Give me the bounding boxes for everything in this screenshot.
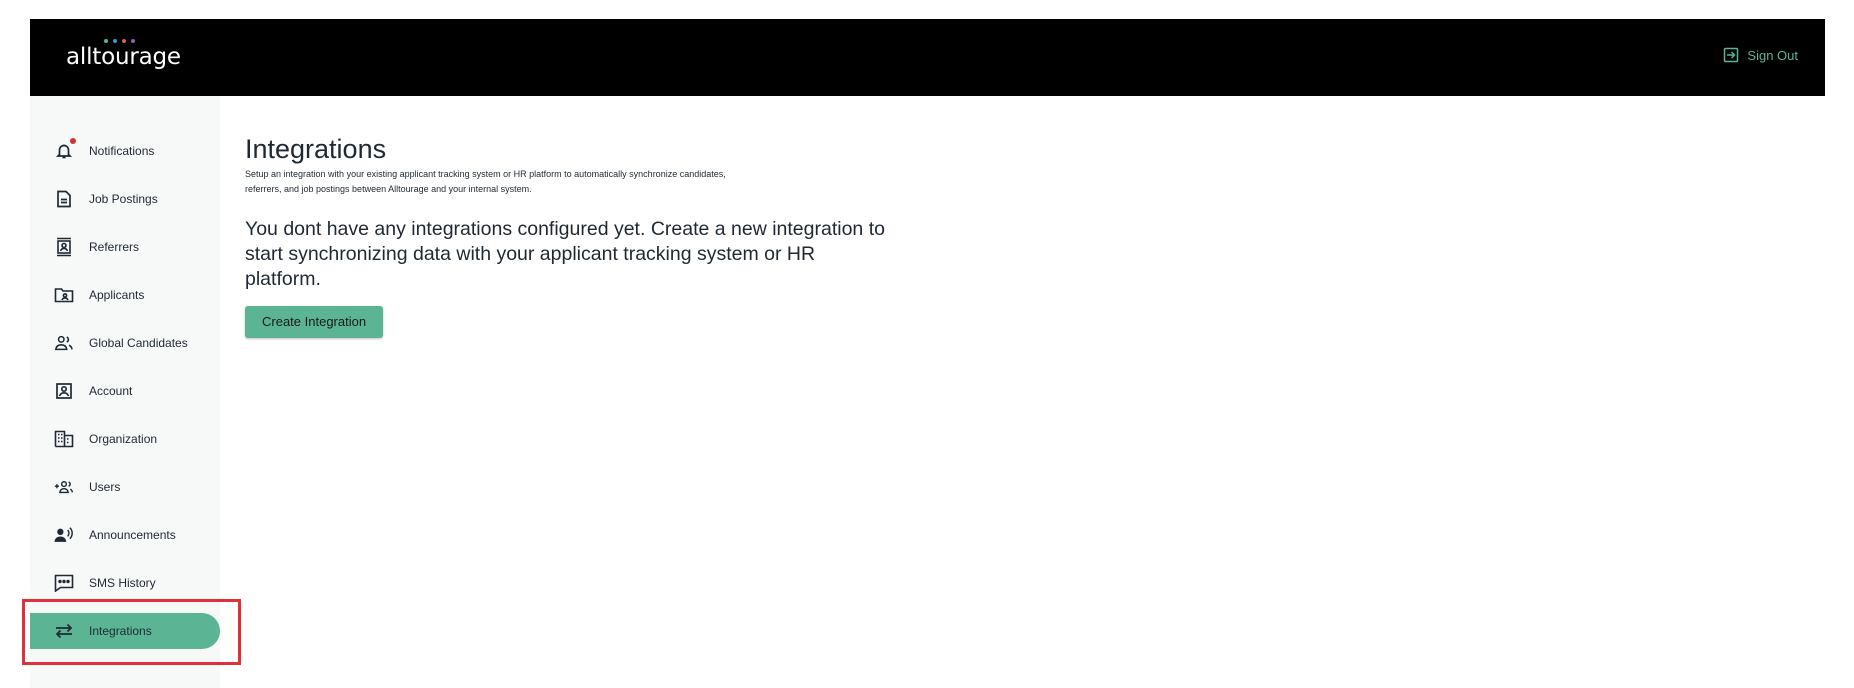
id-card-icon [54, 237, 74, 257]
page-description: Setup an integration with your existing … [245, 169, 726, 194]
sidebar-item-label: SMS History [89, 576, 156, 590]
speaker-icon [54, 525, 74, 545]
logo-dots [104, 39, 135, 43]
sidebar-item-applicants[interactable]: Applicants [30, 277, 220, 313]
sign-out-icon [1723, 47, 1739, 63]
account-box-icon [54, 381, 74, 401]
sidebar-item-global-candidates[interactable]: Global Candidates [30, 325, 220, 361]
add-users-icon [54, 477, 74, 497]
building-icon [54, 429, 74, 449]
sidebar-item-label: Account [89, 384, 133, 398]
bell-icon [54, 138, 76, 161]
arrows-swap-icon [54, 621, 74, 641]
sidebar-item-notifications[interactable]: Notifications [30, 133, 220, 169]
sidebar-item-organization[interactable]: Organization [30, 421, 220, 457]
create-integration-button[interactable]: Create Integration [245, 306, 384, 338]
empty-state-message: You dont have any integrations configure… [245, 218, 885, 290]
alltourage-logo[interactable]: alltourage [66, 39, 186, 79]
folder-person-icon [54, 285, 74, 305]
sign-out-button[interactable]: Sign Out [1723, 47, 1798, 63]
notification-badge [70, 138, 76, 144]
sidebar: Notifications Job Postings Referrers App… [30, 96, 220, 688]
sidebar-item-users[interactable]: Users [30, 469, 220, 505]
sidebar-item-sms-history[interactable]: SMS History [30, 565, 220, 601]
main-content: Integrations Setup an integration with y… [245, 132, 1145, 338]
sidebar-item-label: Notifications [89, 144, 155, 158]
sidebar-item-label: Announcements [89, 528, 176, 542]
sidebar-item-account[interactable]: Account [30, 373, 220, 409]
sidebar-item-job-postings[interactable]: Job Postings [30, 181, 220, 217]
page-title: Integrations [245, 134, 387, 164]
sidebar-item-label: Applicants [89, 288, 145, 302]
sidebar-item-label: Organization [89, 432, 158, 446]
sidebar-item-label: Integrations [89, 624, 152, 638]
sidebar-item-label: Global Candidates [89, 336, 188, 350]
document-icon [54, 189, 74, 209]
sidebar-item-label: Job Postings [89, 192, 158, 206]
sidebar-item-integrations[interactable]: Integrations [30, 613, 220, 649]
message-icon [54, 573, 74, 593]
sidebar-item-label: Referrers [89, 240, 140, 254]
sidebar-item-announcements[interactable]: Announcements [30, 517, 220, 553]
logo-text: alltourage [66, 44, 181, 70]
sign-out-label: Sign Out [1747, 47, 1798, 63]
people-icon [54, 333, 74, 353]
top-header: alltourage Sign Out [30, 19, 1825, 96]
sidebar-item-label: Users [89, 480, 121, 494]
sidebar-item-referrers[interactable]: Referrers [30, 229, 220, 265]
